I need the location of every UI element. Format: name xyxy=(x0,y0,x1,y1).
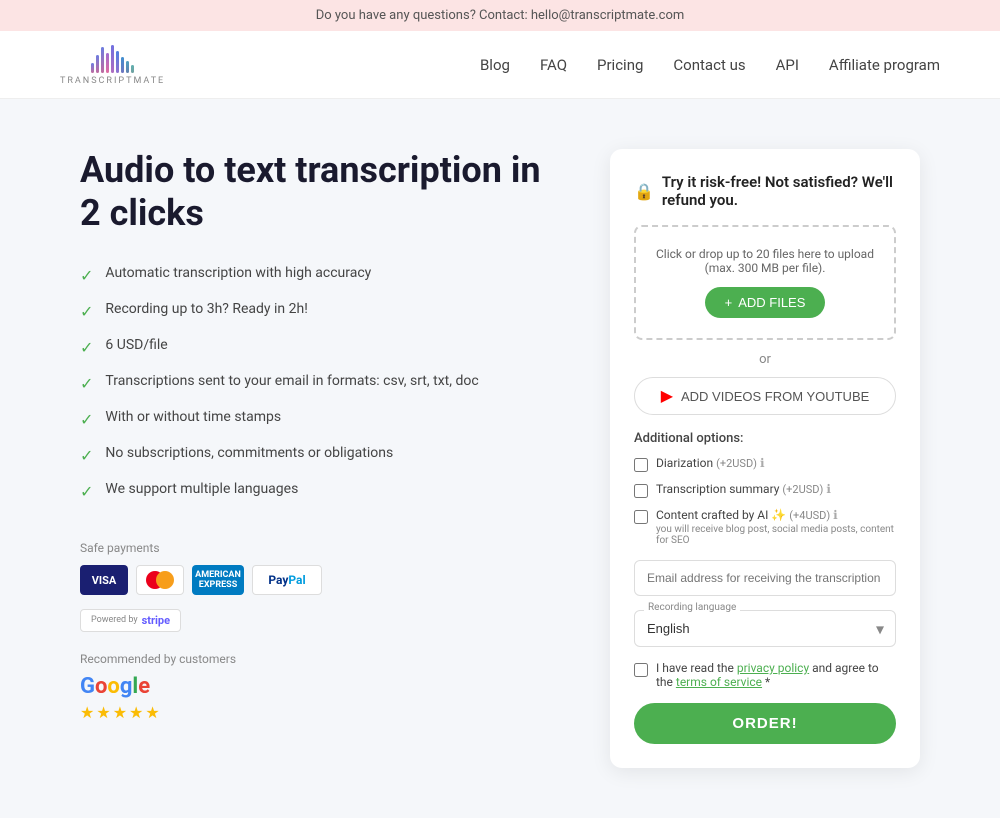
check-icon-5: ✓ xyxy=(80,410,93,429)
feature-text-5: With or without time stamps xyxy=(105,409,281,425)
google-logo: Google xyxy=(80,674,550,699)
diarization-info-icon: ℹ xyxy=(760,456,765,470)
feature-text-3: 6 USD/file xyxy=(105,337,167,353)
upload-zone-text: Click or drop up to 20 files here to upl… xyxy=(656,247,874,275)
safe-payments-label: Safe payments xyxy=(80,541,550,555)
recommended-label: Recommended by customers xyxy=(80,652,550,666)
transcription-summary-price: (+2USD) xyxy=(782,483,823,496)
hero-title: Audio to text transcription in 2 clicks xyxy=(80,149,550,235)
content-crafted-label: Content crafted by AI ✨ xyxy=(656,508,786,522)
top-banner: Do you have any questions? Contact: hell… xyxy=(0,0,1000,31)
paypal-icon: PayPal xyxy=(252,565,322,595)
feature-text-4: Transcriptions sent to your email in for… xyxy=(105,373,478,389)
feature-text-1: Automatic transcription with high accura… xyxy=(105,265,371,281)
form-card: 🔒 Try it risk-free! Not satisfied? We'll… xyxy=(610,149,920,768)
transcription-summary-option: Transcription summary (+2USD) ℹ xyxy=(634,482,896,498)
form-header-text: Try it risk-free! Not satisfied? We'll r… xyxy=(662,173,896,209)
email-input[interactable] xyxy=(634,560,896,596)
tos-required: * xyxy=(765,675,770,689)
nav-contact[interactable]: Contact us xyxy=(673,56,745,74)
email-input-wrap xyxy=(634,560,896,596)
content-crafted-subtext: you will receive blog post, social media… xyxy=(656,524,896,546)
add-files-button[interactable]: + ADD FILES xyxy=(705,287,826,318)
youtube-icon: ▶ xyxy=(661,386,673,406)
tos-checkbox[interactable] xyxy=(634,663,648,677)
diarization-option: Diarization (+2USD) ℹ xyxy=(634,456,896,472)
nav-pricing[interactable]: Pricing xyxy=(597,56,643,74)
feature-text-6: No subscriptions, commitments or obligat… xyxy=(105,445,393,461)
feature-item-6: ✓ No subscriptions, commitments or oblig… xyxy=(80,445,550,465)
transcription-summary-info-icon: ℹ xyxy=(826,482,831,496)
additional-options-label: Additional options: xyxy=(634,431,896,446)
nav-faq[interactable]: FAQ xyxy=(540,56,567,74)
header: TRANSCRIPTMATE Blog FAQ Pricing Contact … xyxy=(0,31,1000,99)
language-select[interactable]: English Spanish French German Italian Po… xyxy=(634,610,896,647)
logo: TRANSCRIPTMATE xyxy=(60,43,165,86)
feature-item-2: ✓ Recording up to 3h? Ready in 2h! xyxy=(80,301,550,321)
check-icon-6: ✓ xyxy=(80,446,93,465)
add-youtube-button[interactable]: ▶ ADD VIDEOS FROM YOUTUBE xyxy=(634,377,896,415)
right-section: 🔒 Try it risk-free! Not satisfied? We'll… xyxy=(610,149,920,768)
star-rating: ★★★★★ xyxy=(80,703,550,722)
check-icon-1: ✓ xyxy=(80,266,93,285)
main-content: Audio to text transcription in 2 clicks … xyxy=(0,99,1000,818)
feature-text-7: We support multiple languages xyxy=(105,481,298,497)
feature-item-5: ✓ With or without time stamps xyxy=(80,409,550,429)
diarization-checkbox[interactable] xyxy=(634,458,648,472)
main-nav: Blog FAQ Pricing Contact us API Affiliat… xyxy=(480,56,940,74)
logo-icon xyxy=(91,43,134,73)
or-divider: or xyxy=(634,352,896,367)
transcription-summary-checkbox[interactable] xyxy=(634,484,648,498)
content-crafted-option: Content crafted by AI ✨ (+4USD) ℹ you wi… xyxy=(634,508,896,546)
lock-icon: 🔒 xyxy=(634,182,654,201)
check-icon-2: ✓ xyxy=(80,302,93,321)
privacy-policy-link[interactable]: privacy policy xyxy=(737,661,809,675)
language-label: Recording language xyxy=(644,602,740,613)
nav-blog[interactable]: Blog xyxy=(480,56,510,74)
language-select-wrap: Recording language English Spanish Frenc… xyxy=(634,610,896,647)
content-crafted-price: (+4USD) xyxy=(789,509,830,522)
check-icon-4: ✓ xyxy=(80,374,93,393)
left-section: Audio to text transcription in 2 clicks … xyxy=(80,149,550,768)
recommended-section: Recommended by customers Google ★★★★★ xyxy=(80,652,550,722)
content-crafted-info-icon: ℹ xyxy=(833,508,838,522)
content-crafted-checkbox[interactable] xyxy=(634,510,648,524)
feature-item-1: ✓ Automatic transcription with high accu… xyxy=(80,265,550,285)
terms-of-service-link[interactable]: terms of service xyxy=(676,675,762,689)
tos-text-before: I have read the xyxy=(656,661,734,675)
check-icon-7: ✓ xyxy=(80,482,93,501)
upload-zone[interactable]: Click or drop up to 20 files here to upl… xyxy=(634,225,896,340)
diarization-label: Diarization xyxy=(656,456,713,470)
check-icon-3: ✓ xyxy=(80,338,93,357)
visa-icon: VISA xyxy=(80,565,128,595)
tos-row: I have read the privacy policy and agree… xyxy=(634,661,896,689)
plus-icon: + xyxy=(725,295,733,310)
payment-icons: VISA AMERICAN EXPRESS PayPal xyxy=(80,565,550,595)
amex-icon: AMERICAN EXPRESS xyxy=(192,565,244,595)
feature-item-4: ✓ Transcriptions sent to your email in f… xyxy=(80,373,550,393)
mastercard-icon xyxy=(136,565,184,595)
feature-text-2: Recording up to 3h? Ready in 2h! xyxy=(105,301,307,317)
banner-text: Do you have any questions? Contact: hell… xyxy=(316,8,685,23)
feature-item-3: ✓ 6 USD/file xyxy=(80,337,550,357)
logo-text: TRANSCRIPTMATE xyxy=(60,76,165,86)
nav-affiliate[interactable]: Affiliate program xyxy=(829,56,940,74)
add-files-label: ADD FILES xyxy=(738,295,805,310)
stripe-badge: Powered by stripe xyxy=(80,609,181,632)
order-button[interactable]: ORDER! xyxy=(634,703,896,744)
safe-payments: Safe payments VISA AMERICAN EXPRESS PayP… xyxy=(80,541,550,632)
youtube-btn-label: ADD VIDEOS FROM YOUTUBE xyxy=(681,389,869,404)
feature-item-7: ✓ We support multiple languages xyxy=(80,481,550,501)
feature-list: ✓ Automatic transcription with high accu… xyxy=(80,265,550,501)
form-header: 🔒 Try it risk-free! Not satisfied? We'll… xyxy=(634,173,896,209)
transcription-summary-label: Transcription summary xyxy=(656,482,779,496)
nav-api[interactable]: API xyxy=(776,56,799,74)
diarization-price: (+2USD) xyxy=(716,457,757,470)
